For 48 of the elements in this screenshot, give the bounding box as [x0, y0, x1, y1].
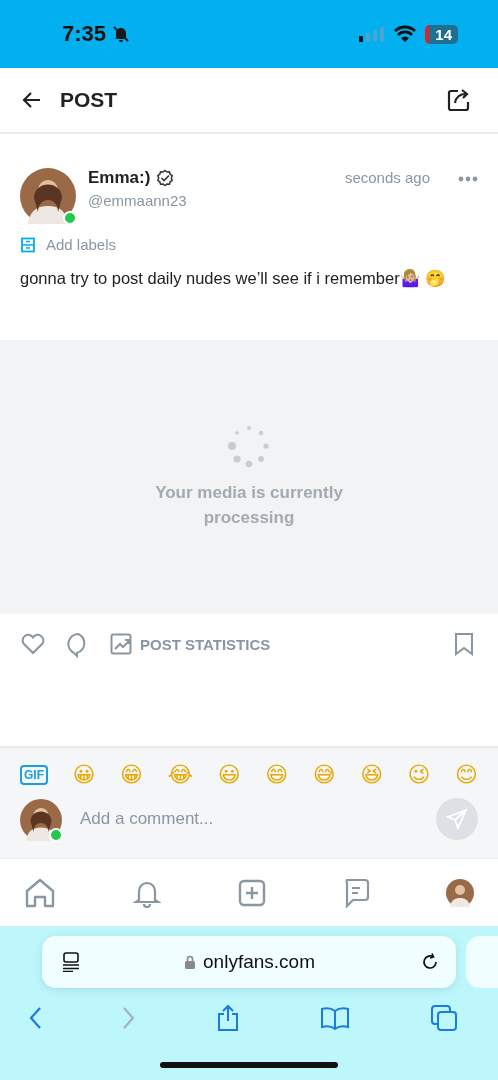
share-icon[interactable] [446, 87, 472, 113]
loading-spinner-icon [227, 424, 271, 468]
signal-icon [359, 26, 386, 42]
add-labels-link[interactable]: Add labels [46, 236, 117, 253]
page-title: POST [60, 88, 118, 112]
tabs-icon[interactable] [430, 1004, 458, 1032]
messages-icon[interactable] [342, 877, 370, 908]
emoji-button[interactable]: 😃 [217, 762, 241, 787]
emoji-button[interactable]: 😆 [360, 762, 384, 787]
post-text: gonna try to post daily nudes we’ll see if i remember🤷🏼‍♀ 🤭 [20, 268, 448, 290]
avatar[interactable] [20, 168, 76, 224]
gif-button[interactable]: GIF [20, 764, 48, 785]
like-heart-icon[interactable] [20, 632, 46, 656]
battery-indicator: 14 [425, 24, 458, 44]
add-post-icon[interactable] [238, 878, 266, 907]
home-icon[interactable] [24, 877, 56, 908]
processing-message: Your media is currently processing [154, 482, 344, 529]
clock-time: 7:35 [62, 21, 107, 47]
verified-badge-icon [156, 169, 175, 187]
wifi-icon [393, 25, 418, 43]
emoji-button[interactable]: 😀 [72, 762, 96, 787]
comment-input[interactable]: Add a comment... [78, 808, 420, 830]
post-time: seconds ago [344, 168, 430, 186]
emoji-button[interactable]: 😅 [312, 762, 336, 787]
avatar [20, 799, 62, 841]
muted-bell-icon [112, 25, 131, 43]
emoji-button[interactable]: 😊 [455, 762, 478, 787]
bookmark-icon[interactable] [454, 632, 474, 656]
url-text: onlyfans.com [203, 951, 315, 973]
emoji-button[interactable]: 😉 [407, 762, 431, 787]
send-icon [446, 808, 468, 830]
author-name[interactable]: Emma:) [88, 168, 151, 188]
reload-icon[interactable] [420, 952, 440, 972]
chart-icon [110, 633, 132, 655]
address-bar[interactable]: onlyfans.com [42, 936, 456, 988]
lock-icon [185, 955, 196, 969]
profile-avatar[interactable] [446, 878, 474, 907]
emoji-button[interactable]: 😂 [167, 762, 194, 787]
page-menu-icon[interactable] [62, 952, 80, 972]
user-handle[interactable]: @emmaann23 [88, 192, 187, 209]
back-chevron-icon[interactable] [28, 1006, 42, 1030]
bookmarks-book-icon[interactable] [320, 1006, 350, 1030]
forward-chevron-icon[interactable] [122, 1006, 136, 1030]
emoji-button[interactable]: 😄 [265, 762, 289, 787]
more-options-icon[interactable] [458, 176, 478, 182]
emoji-button[interactable]: 😁 [120, 762, 143, 787]
label-icon[interactable] [20, 236, 36, 253]
post-statistics-button[interactable]: POST STATISTICS [110, 633, 271, 655]
